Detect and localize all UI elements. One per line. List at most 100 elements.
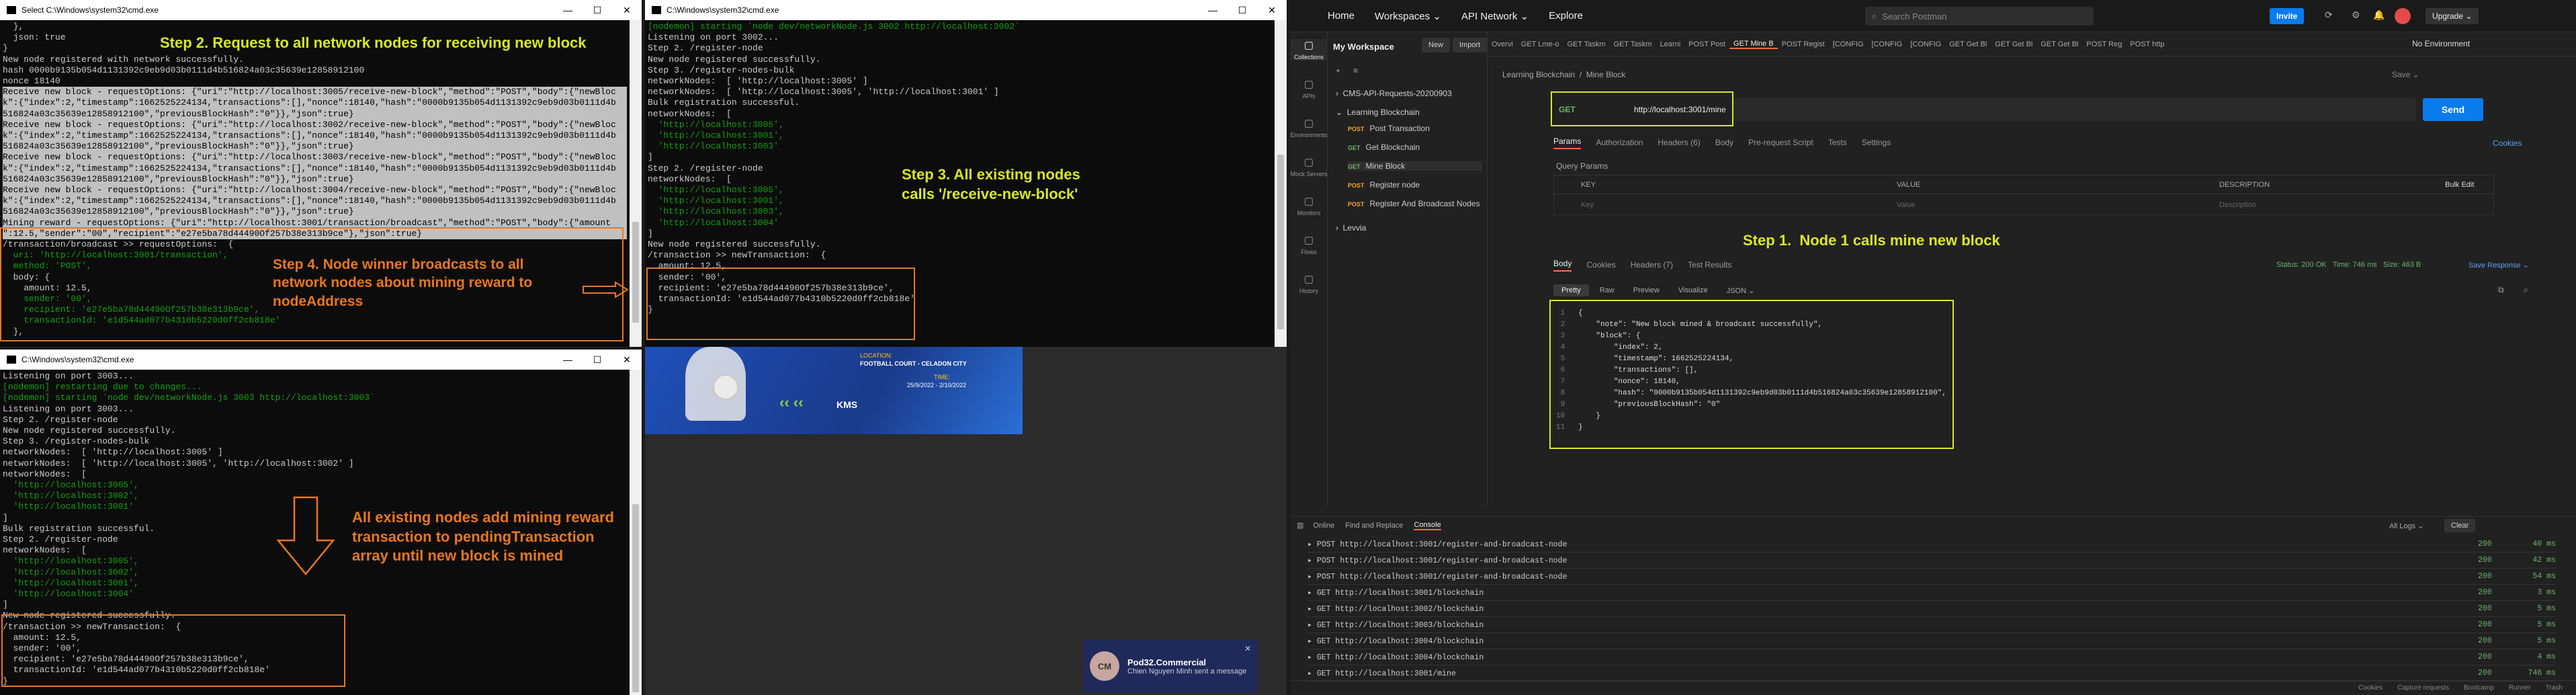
bulk-edit-link[interactable]: Bulk Edit [2445,181,2474,189]
save-response-button[interactable]: Save Response ⌄ [2468,261,2529,270]
request-tab[interactable]: GET Lme-o [1517,40,1563,48]
avatar[interactable] [2395,8,2411,24]
maximize-icon[interactable]: ☐ [583,5,612,16]
request-tab[interactable]: GET Get Bl [2036,40,2082,48]
request-item[interactable]: POST Post Transaction [1348,124,1482,133]
close-icon[interactable]: ✕ [1257,5,1287,16]
bell-icon[interactable]: 🔔 [2373,9,2385,21]
close-icon[interactable]: ✕ [1244,644,1251,653]
console-entry[interactable]: ▸ POST http://localhost:3001/register-an… [1307,553,2556,569]
request-tab[interactable]: GET Get Bl [1945,40,1991,48]
close-icon[interactable]: ✕ [612,354,642,366]
tab-settings[interactable]: Settings [1862,138,1891,147]
maximize-icon[interactable]: ☐ [583,354,612,366]
method-select[interactable]: GET [1559,105,1576,114]
tab-pre-request-script[interactable]: Pre-request Script [1748,138,1813,147]
copy-icon[interactable]: ⧉ [2498,285,2504,295]
search-input[interactable]: ⌕ Search Postman [1865,7,2094,26]
console-entry[interactable]: ▸ GET http://localhost:3003/blockchain 20… [1307,617,2556,633]
key-input[interactable]: Key [1581,201,1594,209]
rail-item-mock-servers[interactable]: ▢ Mock Servers [1290,156,1328,177]
sync-icon[interactable]: ⟳ [2325,9,2333,21]
import-button[interactable]: Import [1453,38,1488,52]
console-entry[interactable]: ▸ POST http://localhost:3001/register-an… [1307,536,2556,553]
collection-learning-blockchain[interactable]: ⌄ Learning Blockchain [1336,108,1420,117]
find-replace[interactable]: Find and Replace [1345,522,1403,530]
window-titlebar[interactable]: Select C:\Windows\system32\cmd.exe — ☐ ✕ [0,0,642,20]
footer-cookies[interactable]: Cookies [2358,684,2382,692]
request-tab[interactable]: GET Taskm [1563,40,1609,48]
console-entry[interactable]: ▸ GET http://localhost:3001/mine 200 746 m… [1307,665,2556,682]
tab-headers-7[interactable]: Headers (7) [1631,260,1673,270]
request-tab[interactable]: POST http [2126,40,2168,48]
request-tab[interactable]: [CONFIG [1829,40,1868,48]
footer-bootcamp[interactable]: Bootcamp [2464,684,2494,692]
tab-body[interactable]: Body [1715,138,1733,147]
console-entry[interactable]: ▸ GET http://localhost:3004/blockchain 20… [1307,633,2556,649]
collection-cms[interactable]: › CMS-API-Requests-20200903 [1336,89,1452,98]
tab-authorization[interactable]: Authorization [1596,138,1643,147]
sidebar-toggle-icon[interactable]: ▥ [1297,521,1303,530]
footer-capture-requests[interactable]: Capture requests [2397,684,2449,692]
request-tab[interactable]: POST Post [1684,40,1729,48]
log-level-select[interactable]: All Logs ⌄ [2389,522,2423,530]
nav-explore[interactable]: Explore [1549,10,1583,22]
value-input[interactable]: Value [1897,201,1915,209]
format-tab[interactable]: Pretty [1553,284,1589,296]
minimize-icon[interactable]: — [1198,5,1228,16]
tab-tests[interactable]: Tests [1828,138,1847,147]
scrollbar[interactable] [630,20,642,347]
upgrade-button[interactable]: Upgrade ⌄ [2425,8,2479,24]
window-titlebar[interactable]: C:\Windows\system32\cmd.exe — ☐ ✕ [0,350,642,370]
close-icon[interactable]: ✕ [612,5,642,16]
request-tab[interactable]: [CONFIG [1906,40,1945,48]
teams-toast[interactable]: CM Pod32.Commercial Chien Nguyen Minh se… [1083,640,1258,692]
request-tab[interactable]: GET Get Bl [1991,40,2036,48]
tab-headers-6[interactable]: Headers (6) [1658,138,1700,147]
console-entry[interactable]: ▸ GET http://localhost:3001/blockchain 20… [1307,585,2556,601]
environment-select[interactable]: No Environment [2412,39,2470,48]
request-item[interactable]: GET Mine Block [1348,161,1482,171]
filter-icon[interactable]: ≡ [1353,66,1358,75]
rail-item-apis[interactable]: ▢ APIs [1290,78,1328,99]
footer-trash[interactable]: Trash [2546,684,2563,692]
request-item[interactable]: GET Get Blockchain [1348,142,1482,152]
maximize-icon[interactable]: ☐ [1228,5,1257,16]
rail-item-flows[interactable]: ▢ Flows [1290,234,1328,255]
rail-item-history[interactable]: ▢ History [1290,273,1328,294]
send-button[interactable]: Send [2423,98,2483,121]
request-tab[interactable]: Learni [1656,40,1685,48]
console-entry[interactable]: ▸ POST http://localhost:3001/register-an… [1307,569,2556,585]
console-tab[interactable]: Console [1414,521,1441,530]
request-tab[interactable]: GET Mine B [1729,40,1778,49]
minimize-icon[interactable]: — [553,354,583,366]
plus-icon[interactable]: + [1336,66,1340,75]
tab-params[interactable]: Params [1553,136,1582,149]
minimize-icon[interactable]: — [553,5,583,16]
postman-app[interactable]: Home Workspaces ⌄ API Network ⌄ Explore … [1290,0,2576,695]
scrollbar[interactable] [630,370,642,695]
rail-item-monitors[interactable]: ▢ Monitors [1290,195,1328,216]
clear-button[interactable]: Clear [2444,519,2476,532]
rail-item-collections[interactable]: ▢ Collections [1290,39,1328,60]
nav-api-network[interactable]: API Network ⌄ [1461,10,1529,22]
request-tab[interactable]: POST Reg [2082,40,2126,48]
request-item[interactable]: POST Register node [1348,180,1482,190]
description-input[interactable]: Description [2219,201,2256,209]
request-tab[interactable]: POST Regist [1778,40,1829,48]
cookies-link[interactable]: Cookies [2493,138,2522,148]
new-button[interactable]: New [1422,38,1451,52]
tab-body[interactable]: Body [1553,259,1572,272]
console-entry[interactable]: ▸ GET http://localhost:3004/blockchain 20… [1307,649,2556,665]
invite-button[interactable]: Invite [2270,8,2305,24]
footer-runner[interactable]: Runner [2509,684,2531,692]
collection-levvia[interactable]: › Levvia [1336,223,1366,233]
url-input[interactable]: http://localhost:3001/mine [1634,105,1726,114]
gear-icon[interactable]: ⚙ [2352,9,2360,21]
scrollbar[interactable] [1275,20,1287,347]
format-tab[interactable]: Raw [1592,284,1623,296]
request-tab[interactable]: GET Taskm [1610,40,1656,48]
save-button[interactable]: Save ⌄ [2392,70,2419,79]
format-tab[interactable]: Preview [1625,284,1668,296]
search-icon[interactable]: ⌕ [2524,285,2528,295]
